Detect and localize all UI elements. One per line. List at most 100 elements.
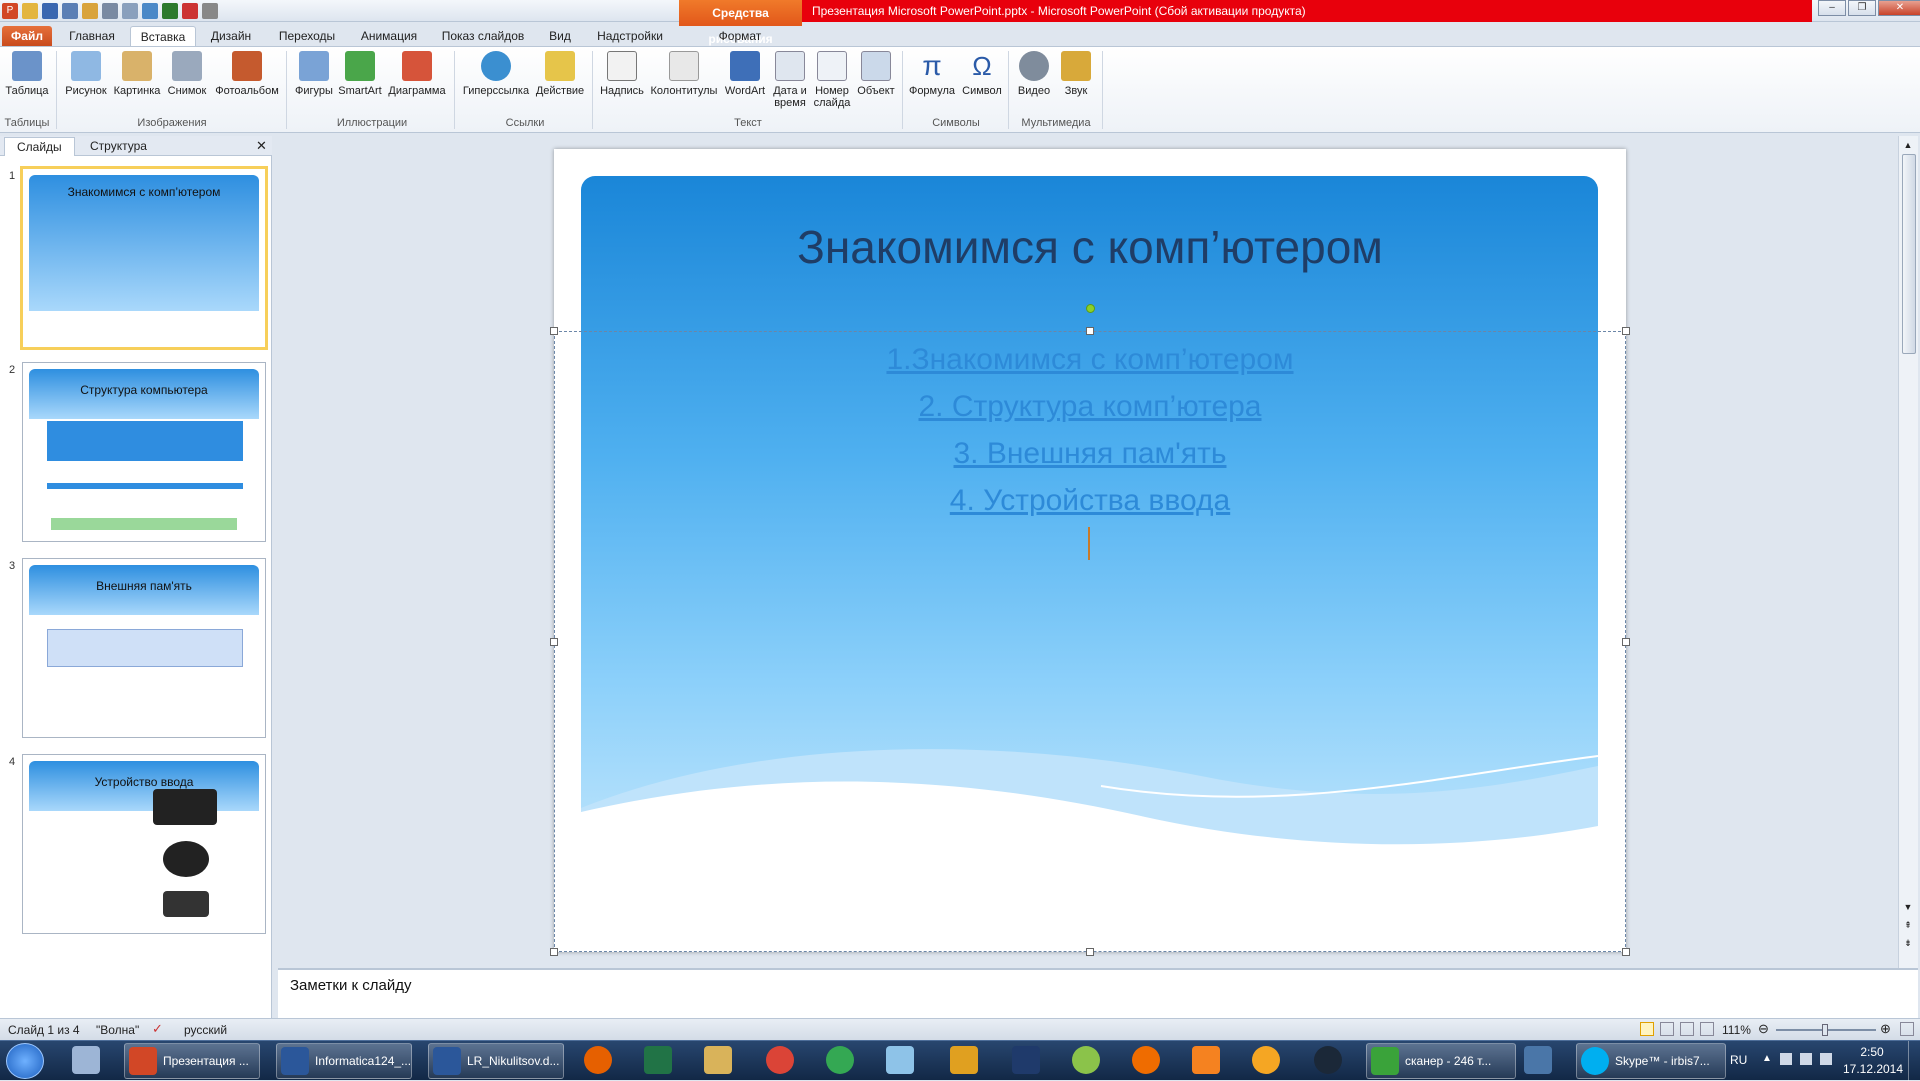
print-icon[interactable] bbox=[102, 3, 118, 19]
prev-slide-icon[interactable]: ⇞ bbox=[1902, 920, 1914, 931]
powerpoint-app-icon[interactable]: P bbox=[2, 3, 18, 19]
tab-outline[interactable]: Структура bbox=[78, 137, 159, 156]
tab-design[interactable]: Дизайн bbox=[203, 26, 259, 46]
action-button[interactable]: Действие bbox=[532, 51, 588, 97]
chrome-icon[interactable] bbox=[766, 1046, 794, 1074]
tab-format[interactable]: Формат bbox=[700, 26, 780, 46]
notes-app-icon[interactable] bbox=[886, 1046, 914, 1074]
tab-file[interactable]: Файл bbox=[2, 26, 52, 46]
close-doc-icon[interactable] bbox=[182, 3, 198, 19]
resize-handle[interactable] bbox=[1622, 948, 1630, 956]
headerfooter-button[interactable]: Колонтитулы bbox=[648, 51, 720, 97]
slide-thumbnail-4[interactable]: Устройство ввода bbox=[22, 754, 266, 934]
explorer-icon[interactable] bbox=[704, 1046, 732, 1074]
taskbar-word-1[interactable]: Informatica124_... bbox=[276, 1043, 412, 1079]
tab-slides[interactable]: Слайды bbox=[4, 137, 75, 156]
resize-handle[interactable] bbox=[1086, 327, 1094, 335]
close-pane-icon[interactable]: ✕ bbox=[256, 138, 267, 154]
zoom-slider-thumb[interactable] bbox=[1822, 1024, 1828, 1036]
resize-handle[interactable] bbox=[550, 638, 558, 646]
next-slide-icon[interactable]: ⇟ bbox=[1902, 938, 1914, 949]
minimize-button[interactable]: – bbox=[1818, 0, 1846, 16]
tab-transitions[interactable]: Переходы bbox=[272, 26, 342, 46]
tab-addins[interactable]: Надстройки bbox=[590, 26, 670, 46]
slideshow-view-icon[interactable] bbox=[1700, 1022, 1714, 1036]
scroll-down-arrow-icon[interactable]: ▼ bbox=[1902, 902, 1914, 912]
slide-thumbnail-1[interactable]: Знакомимся с комп’ютером bbox=[20, 166, 268, 350]
undo-icon[interactable] bbox=[122, 3, 138, 19]
resize-handle[interactable] bbox=[1086, 948, 1094, 956]
link-item[interactable]: 3. Внешняя пам'ять bbox=[554, 430, 1626, 477]
zoom-out-icon[interactable]: ⊖ bbox=[1758, 1021, 1769, 1037]
chart-button[interactable]: Диаграмма bbox=[384, 51, 450, 97]
open-icon[interactable] bbox=[22, 3, 38, 19]
photoshop-icon[interactable] bbox=[1012, 1046, 1040, 1074]
customize-qat-icon[interactable] bbox=[202, 3, 218, 19]
mailru-icon[interactable] bbox=[1252, 1046, 1280, 1074]
rotation-handle[interactable] bbox=[1086, 304, 1095, 313]
taskbar-powerpoint[interactable]: Презентация ... bbox=[124, 1043, 260, 1079]
shapes-button[interactable]: Фигуры bbox=[292, 51, 336, 97]
resize-handle[interactable] bbox=[1622, 327, 1630, 335]
datetime-button[interactable]: Дата и время bbox=[770, 51, 810, 109]
album-button[interactable]: Фотоальбом bbox=[212, 51, 282, 97]
redo-icon[interactable] bbox=[142, 3, 158, 19]
fit-to-window-icon[interactable] bbox=[1900, 1022, 1914, 1036]
scroll-up-arrow-icon[interactable]: ▲ bbox=[1902, 140, 1914, 150]
notes-pane[interactable] bbox=[278, 968, 1918, 1018]
clock-date[interactable]: 17.12.2014 bbox=[1838, 1062, 1908, 1076]
spellcheck-icon[interactable]: ✓ bbox=[152, 1021, 163, 1037]
audio-button[interactable]: Звук bbox=[1056, 51, 1096, 97]
folder-icon[interactable] bbox=[82, 3, 98, 19]
green-app-icon[interactable] bbox=[1072, 1046, 1100, 1074]
keyboard-language[interactable]: RU bbox=[1730, 1053, 1747, 1067]
taskbar-word-2[interactable]: LR_Nikulitsov.d... bbox=[428, 1043, 564, 1079]
slide-sorter-icon[interactable] bbox=[1660, 1022, 1674, 1036]
video-button[interactable]: Видео bbox=[1012, 51, 1056, 97]
steam-icon[interactable] bbox=[1314, 1046, 1342, 1074]
tab-insert[interactable]: Вставка bbox=[130, 26, 196, 46]
slide-thumbnail-2[interactable]: Структура компьютера bbox=[22, 362, 266, 542]
normal-view-icon[interactable] bbox=[1640, 1022, 1654, 1036]
save-as-icon[interactable] bbox=[62, 3, 78, 19]
play-icon[interactable] bbox=[162, 3, 178, 19]
link-item[interactable]: 1.Знакомимся с комп’ютером bbox=[554, 336, 1626, 383]
taskbar-skype[interactable]: Skype™ - irbis7... bbox=[1576, 1043, 1726, 1079]
firefox-icon[interactable] bbox=[584, 1046, 612, 1074]
notes-placeholder[interactable]: Заметки к слайду bbox=[290, 977, 412, 994]
picture-button[interactable]: Рисунок bbox=[62, 51, 110, 97]
slidenumber-button[interactable]: Номер слайда bbox=[810, 51, 854, 109]
maximize-button[interactable]: ❐ bbox=[1848, 0, 1876, 16]
reading-view-icon[interactable] bbox=[1680, 1022, 1694, 1036]
link-item[interactable]: 4. Устройства ввода bbox=[554, 477, 1626, 524]
symbol-button[interactable]: Ω Символ bbox=[958, 51, 1006, 97]
scroll-thumb[interactable] bbox=[1902, 154, 1916, 354]
vk-icon[interactable] bbox=[1524, 1046, 1552, 1074]
tab-slideshow[interactable]: Показ слайдов bbox=[438, 26, 528, 46]
equation-button[interactable]: π Формула bbox=[906, 51, 958, 98]
hyperlink-button[interactable]: Гиперссылка bbox=[460, 51, 532, 97]
computer-icon[interactable] bbox=[72, 1046, 100, 1074]
show-hidden-icons[interactable]: ▲ bbox=[1762, 1053, 1772, 1064]
taskbar-scanner[interactable]: сканер - 246 т... bbox=[1366, 1043, 1516, 1079]
tab-view[interactable]: Вид bbox=[544, 26, 576, 46]
start-button[interactable] bbox=[6, 1043, 44, 1079]
clipart-button[interactable]: Картинка bbox=[110, 51, 164, 97]
network-icon[interactable] bbox=[1800, 1053, 1812, 1065]
smartart-button[interactable]: SmartArt bbox=[336, 51, 384, 97]
slide-thumbnail-3[interactable]: Внешняя пам'ять bbox=[22, 558, 266, 738]
language-indicator[interactable]: русский bbox=[184, 1023, 227, 1037]
origin-icon[interactable] bbox=[1132, 1046, 1160, 1074]
resize-handle[interactable] bbox=[550, 327, 558, 335]
close-button[interactable]: ✕ bbox=[1878, 0, 1920, 16]
flag-icon[interactable] bbox=[1780, 1053, 1792, 1065]
textbox-button[interactable]: Надпись bbox=[596, 51, 648, 97]
clock-time[interactable]: 2:50 bbox=[1852, 1045, 1892, 1059]
slide-title[interactable]: Знакомимся с комп’ютером bbox=[554, 220, 1626, 274]
zoom-level[interactable]: 111% bbox=[1722, 1023, 1751, 1037]
theme-name[interactable]: "Волна" bbox=[96, 1023, 139, 1037]
tab-home[interactable]: Главная bbox=[62, 26, 122, 46]
volume-icon[interactable] bbox=[1820, 1053, 1832, 1065]
vertical-scrollbar[interactable]: ▲ ▼ ⇞ ⇟ bbox=[1898, 136, 1918, 968]
resize-handle[interactable] bbox=[1622, 638, 1630, 646]
